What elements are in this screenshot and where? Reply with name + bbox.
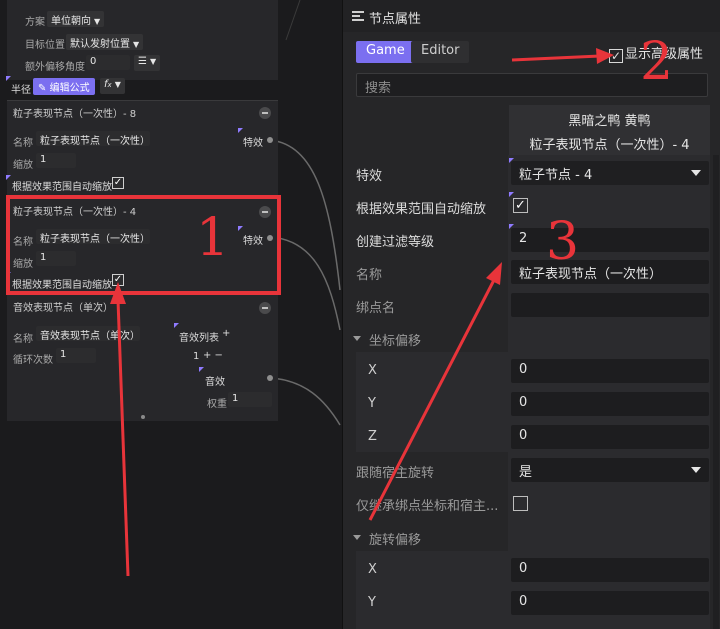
annotation-arrows-panel [368,48,614,521]
annotation-number-2: 2 [640,32,674,92]
annotation-number-3: 3 [546,212,580,272]
